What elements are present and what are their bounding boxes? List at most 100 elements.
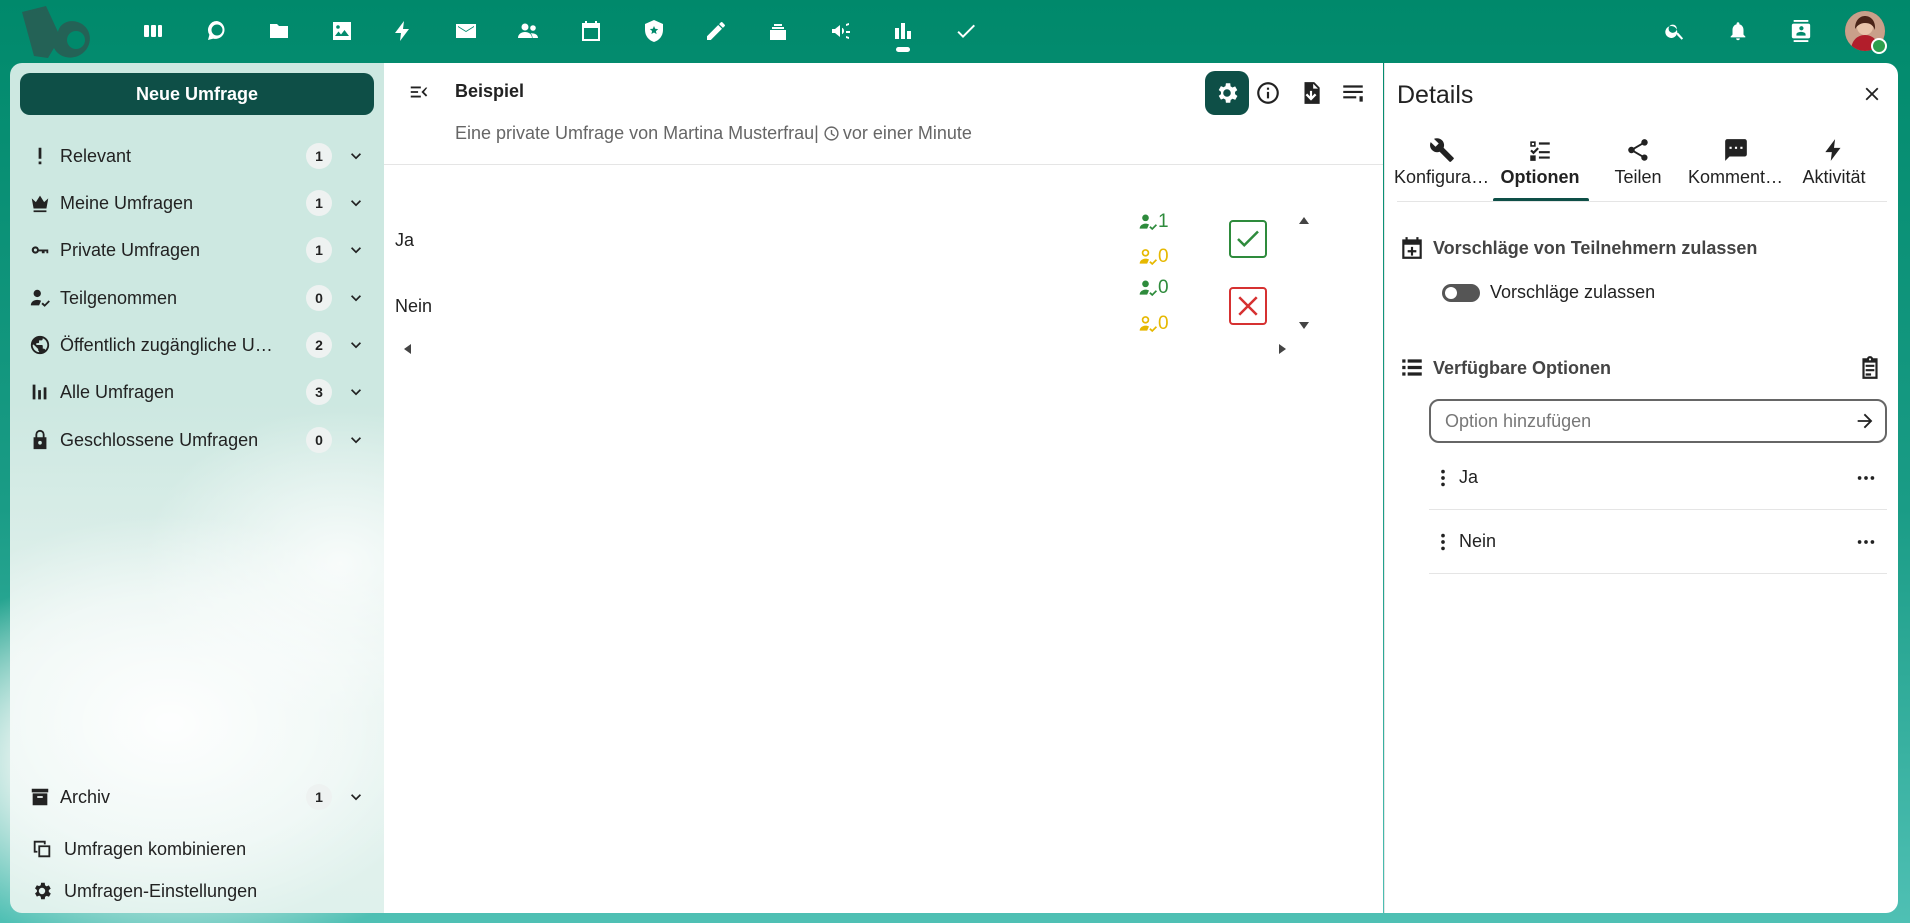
separator: | — [814, 123, 819, 143]
paste-options-button[interactable] — [1853, 351, 1887, 385]
export-button[interactable] — [1289, 71, 1333, 115]
nav-item-count: 1 — [306, 784, 332, 810]
chevron-down-icon[interactable] — [346, 146, 366, 166]
crown-icon — [24, 192, 56, 214]
nav-item-public-polls[interactable]: Öffentlich zugängliche Umfragen 2 — [20, 324, 374, 366]
tab-options[interactable]: Optionen — [1491, 133, 1589, 202]
comment-icon — [1725, 139, 1747, 161]
poll-title: Beispiel — [455, 81, 525, 101]
chevron-down-icon[interactable] — [346, 430, 366, 450]
poll-info-button[interactable] — [1246, 71, 1290, 115]
view-options-button[interactable] — [1331, 71, 1375, 115]
drag-handle-icon[interactable] — [1431, 530, 1455, 554]
lightning-icon — [1825, 139, 1841, 161]
contacts-menu-icon[interactable] — [1784, 14, 1818, 48]
tab-divider — [1397, 201, 1887, 202]
more-actions-icon[interactable] — [1849, 461, 1883, 495]
deck-icon[interactable] — [761, 14, 795, 48]
poll-owner-text: Eine private Umfrage von Martina Musterf… — [455, 123, 815, 143]
nav-item-archive[interactable]: Archiv 1 — [20, 776, 374, 818]
nav-item-label: Meine Umfragen — [60, 192, 194, 213]
nav-item-label: Alle Umfragen — [60, 381, 175, 402]
nav-item-count: 3 — [306, 379, 332, 405]
info-icon — [1257, 82, 1279, 104]
check-icon — [1237, 230, 1259, 248]
notifications-icon[interactable] — [1721, 14, 1755, 48]
poll-header: Beispiel Eine private Umfrage von Martin… — [384, 63, 1383, 165]
combine-polls-link[interactable]: Umfragen kombinieren — [20, 831, 374, 867]
toggle-switch[interactable] — [1442, 283, 1480, 302]
nav-item-participated[interactable]: Teilgenommen 0 — [20, 277, 374, 319]
nav-item-label: Teilgenommen — [60, 287, 178, 308]
notes-icon[interactable] — [699, 14, 733, 48]
chevron-down-icon[interactable] — [346, 240, 366, 260]
archive-icon — [24, 786, 56, 808]
tasks-icon[interactable] — [949, 14, 983, 48]
chevron-down-icon[interactable] — [346, 288, 366, 308]
tab-comments[interactable]: Kommentare — [1687, 133, 1785, 199]
chevron-down-icon[interactable] — [346, 335, 366, 355]
nav-item-all-polls[interactable]: Alle Umfragen 3 — [20, 371, 374, 413]
poll-subtitle: Eine private Umfrage von Martina Musterf… — [455, 123, 972, 144]
tab-activity[interactable]: Aktivität — [1785, 133, 1883, 199]
more-actions-icon[interactable] — [1849, 525, 1883, 559]
file-download-icon — [1304, 82, 1320, 104]
nav-item-count: 1 — [306, 190, 332, 216]
maybe-count: 0 — [1138, 313, 1169, 335]
photos-icon[interactable] — [325, 14, 359, 48]
calendar-icon[interactable] — [574, 14, 608, 48]
contacts-icon[interactable] — [511, 14, 545, 48]
key-icon — [24, 239, 56, 261]
poll-settings-button[interactable] — [1205, 71, 1249, 115]
arrow-right-icon[interactable] — [1275, 342, 1289, 356]
chevron-down-icon[interactable] — [346, 193, 366, 213]
add-option-field[interactable] — [1429, 399, 1887, 443]
sidebar-title: Details — [1397, 81, 1474, 109]
activity-icon[interactable] — [386, 14, 420, 48]
nav-item-relevant[interactable]: Relevant 1 — [20, 135, 374, 177]
arrow-up-icon[interactable] — [1297, 214, 1311, 228]
arrow-down-icon[interactable] — [1297, 318, 1311, 332]
top-bar — [0, 0, 1910, 63]
active-app-indicator — [896, 47, 910, 52]
add-option-input[interactable] — [1431, 410, 1845, 432]
option-row[interactable]: Ja — [1429, 446, 1887, 510]
drag-handle-icon[interactable] — [1431, 466, 1455, 490]
security-icon[interactable] — [637, 14, 671, 48]
nav-item-closed-polls[interactable]: Geschlossene Umfragen 0 — [20, 419, 374, 461]
nextcloud-logo-icon[interactable] — [20, 4, 96, 60]
tab-sharing[interactable]: Teilen — [1589, 133, 1687, 199]
option-row[interactable]: Nein — [1429, 510, 1887, 574]
toggle-navigation-icon[interactable] — [404, 77, 434, 107]
nav-item-my-polls[interactable]: Meine Umfragen 1 — [20, 182, 374, 224]
tab-configuration[interactable]: Konfiguration — [1393, 133, 1491, 199]
option-label-nein: Nein — [395, 296, 433, 316]
chevron-down-icon[interactable] — [346, 382, 366, 402]
nav-item-count: 2 — [306, 332, 332, 358]
yes-count: 1 — [1138, 211, 1169, 233]
files-icon[interactable] — [262, 14, 296, 48]
nav-item-label: Relevant — [60, 145, 132, 166]
submit-option-button[interactable] — [1845, 401, 1885, 441]
close-icon — [1865, 87, 1879, 101]
allow-proposals-toggle[interactable]: Vorschläge zulassen — [1442, 282, 1655, 303]
gear-icon — [1218, 83, 1238, 103]
polls-icon[interactable] — [886, 14, 920, 48]
vote-no-checkbox[interactable] — [1229, 287, 1267, 325]
chevron-down-icon[interactable] — [346, 787, 366, 807]
poll-settings-link[interactable]: Umfragen-Einstellungen — [20, 873, 374, 909]
lock-icon — [24, 429, 56, 451]
new-poll-button[interactable]: Neue Umfrage — [20, 73, 374, 115]
checklist-icon — [1530, 141, 1550, 161]
announcements-icon[interactable] — [824, 14, 858, 48]
search-icon[interactable] — [1658, 14, 1692, 48]
account-question-icon — [1139, 316, 1157, 333]
nav-item-private-polls[interactable]: Private Umfragen 1 — [20, 229, 374, 271]
arrow-left-icon[interactable] — [401, 342, 415, 356]
available-options-heading: Verfügbare Optionen — [1399, 355, 1611, 381]
mail-icon[interactable] — [449, 14, 483, 48]
dashboard-icon[interactable] — [136, 14, 170, 48]
talk-icon[interactable] — [200, 14, 234, 48]
vote-yes-checkbox[interactable] — [1229, 220, 1267, 258]
close-sidebar-button[interactable] — [1857, 79, 1887, 109]
